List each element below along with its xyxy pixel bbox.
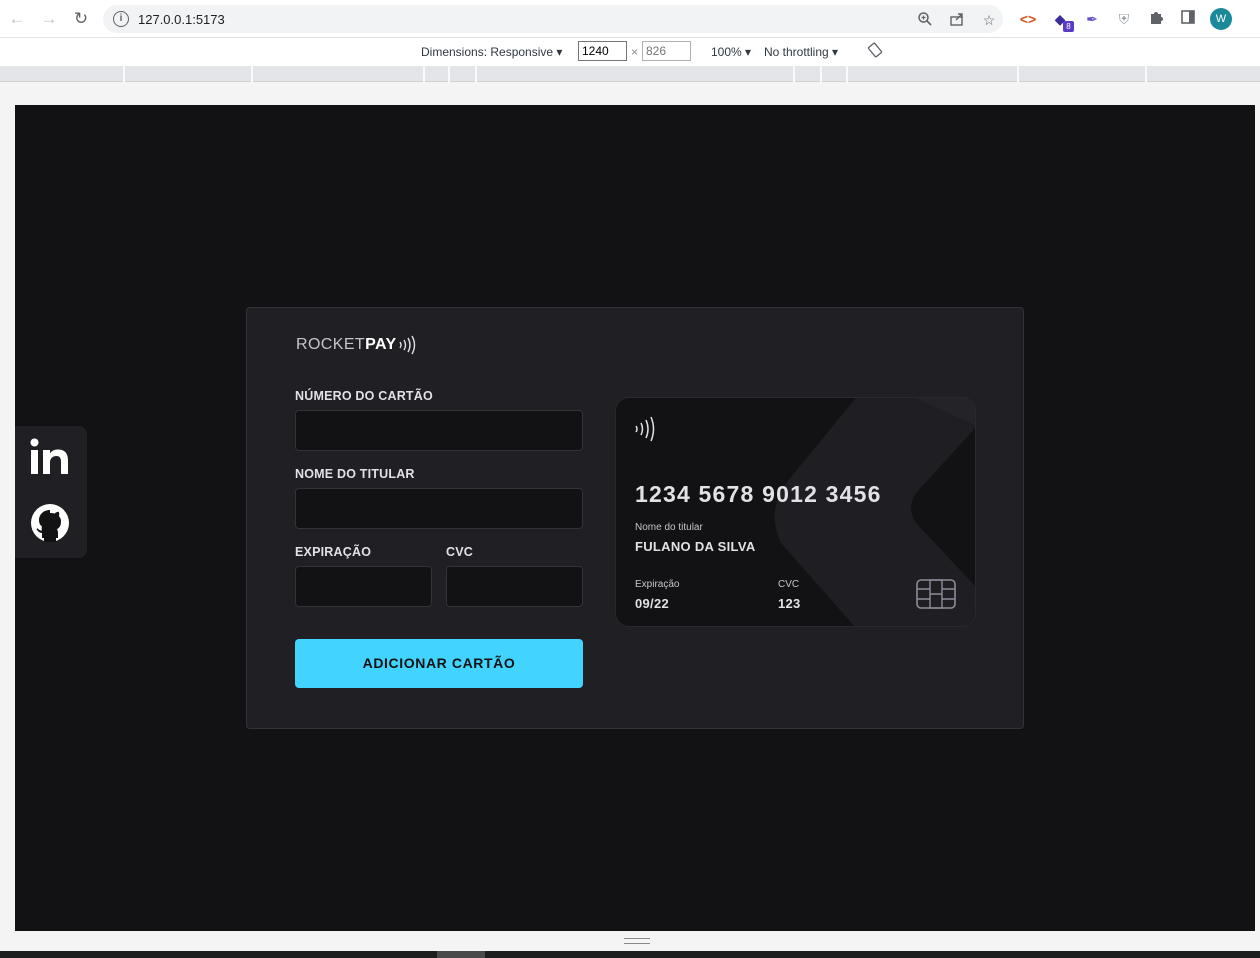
resize-handle-icon[interactable] (624, 938, 650, 944)
taskbar-strip (0, 951, 1260, 958)
rotate-icon[interactable] (867, 42, 883, 61)
url-text: 127.0.0.1:5173 (138, 12, 225, 27)
rocketpay-logo: ROCKETPAY (296, 335, 416, 355)
card-chip-icon (916, 579, 956, 609)
add-card-button[interactable]: ADICIONAR CARTÃO (295, 639, 583, 688)
reload-icon[interactable]: ↻ (70, 8, 92, 30)
payment-panel: ROCKETPAY NÚMERO DO CARTÃO NOME DO TITUL… (246, 307, 1024, 729)
throttling-select[interactable]: No throttling ▾ (764, 45, 838, 59)
app-viewport: ROCKETPAY NÚMERO DO CARTÃO NOME DO TITUL… (15, 105, 1255, 931)
height-input[interactable] (642, 41, 691, 61)
back-icon[interactable]: ← (6, 8, 28, 30)
expiration-preview: 09/22 (635, 596, 670, 611)
expiration-label: EXPIRAÇÃO (295, 545, 372, 559)
site-info-icon[interactable]: i (113, 11, 129, 27)
feather-extension-icon[interactable]: ✒ (1082, 9, 1102, 29)
expiration-input[interactable] (295, 566, 432, 607)
shield-extension-icon[interactable]: ⛨ (1114, 9, 1134, 29)
media-query-ruler[interactable] (0, 66, 1260, 82)
side-panel-icon[interactable] (1178, 9, 1198, 29)
bookmark-star-icon[interactable]: ☆ (980, 11, 998, 29)
dimensions-select[interactable]: Dimensions: Responsive ▾ (421, 45, 562, 59)
device-toolbar: Dimensions: Responsive ▾ × 100% ▾ No thr… (0, 38, 1260, 66)
expiration-caption: Expiração (635, 579, 680, 590)
extensions-puzzle-icon[interactable] (1146, 9, 1166, 29)
forward-icon[interactable]: → (38, 8, 60, 30)
extension-badge: 8 (1063, 21, 1074, 32)
card-number-label: NÚMERO DO CARTÃO (295, 389, 433, 403)
share-icon[interactable] (948, 11, 966, 29)
card-preview: 1234 5678 9012 3456 Nome do titular FULA… (615, 397, 976, 627)
code-extension-icon[interactable]: <> (1018, 9, 1038, 29)
card-number-preview: 1234 5678 9012 3456 (635, 481, 882, 507)
width-input[interactable] (578, 41, 627, 61)
github-icon[interactable] (29, 502, 71, 544)
holder-caption: Nome do titular (635, 522, 703, 533)
cvc-caption: CVC (778, 579, 800, 590)
holder-name-input[interactable] (295, 488, 583, 529)
cvc-label: CVC (446, 545, 473, 559)
profile-avatar[interactable]: W (1210, 8, 1232, 30)
cvc-preview: 123 (778, 596, 801, 611)
holder-name-preview: FULANO DA SILVA (635, 539, 756, 554)
social-rail (15, 426, 87, 558)
zoom-select[interactable]: 100% ▾ (711, 45, 751, 59)
linkedin-icon[interactable] (29, 436, 71, 478)
card-contactless-icon (635, 416, 655, 442)
address-bar[interactable]: i 127.0.0.1:5173 ☆ (103, 5, 1003, 33)
cvc-input[interactable] (446, 566, 583, 607)
holder-name-label: NOME DO TITULAR (295, 467, 415, 481)
contactless-icon (399, 335, 416, 355)
card-number-input[interactable] (295, 410, 583, 451)
browser-toolbar: ← → ↻ i 127.0.0.1:5173 ☆ <> ◆ 8 ✒ ⛨ W (0, 0, 1260, 38)
times-sign: × (631, 45, 639, 59)
zoom-icon[interactable] (916, 11, 934, 29)
